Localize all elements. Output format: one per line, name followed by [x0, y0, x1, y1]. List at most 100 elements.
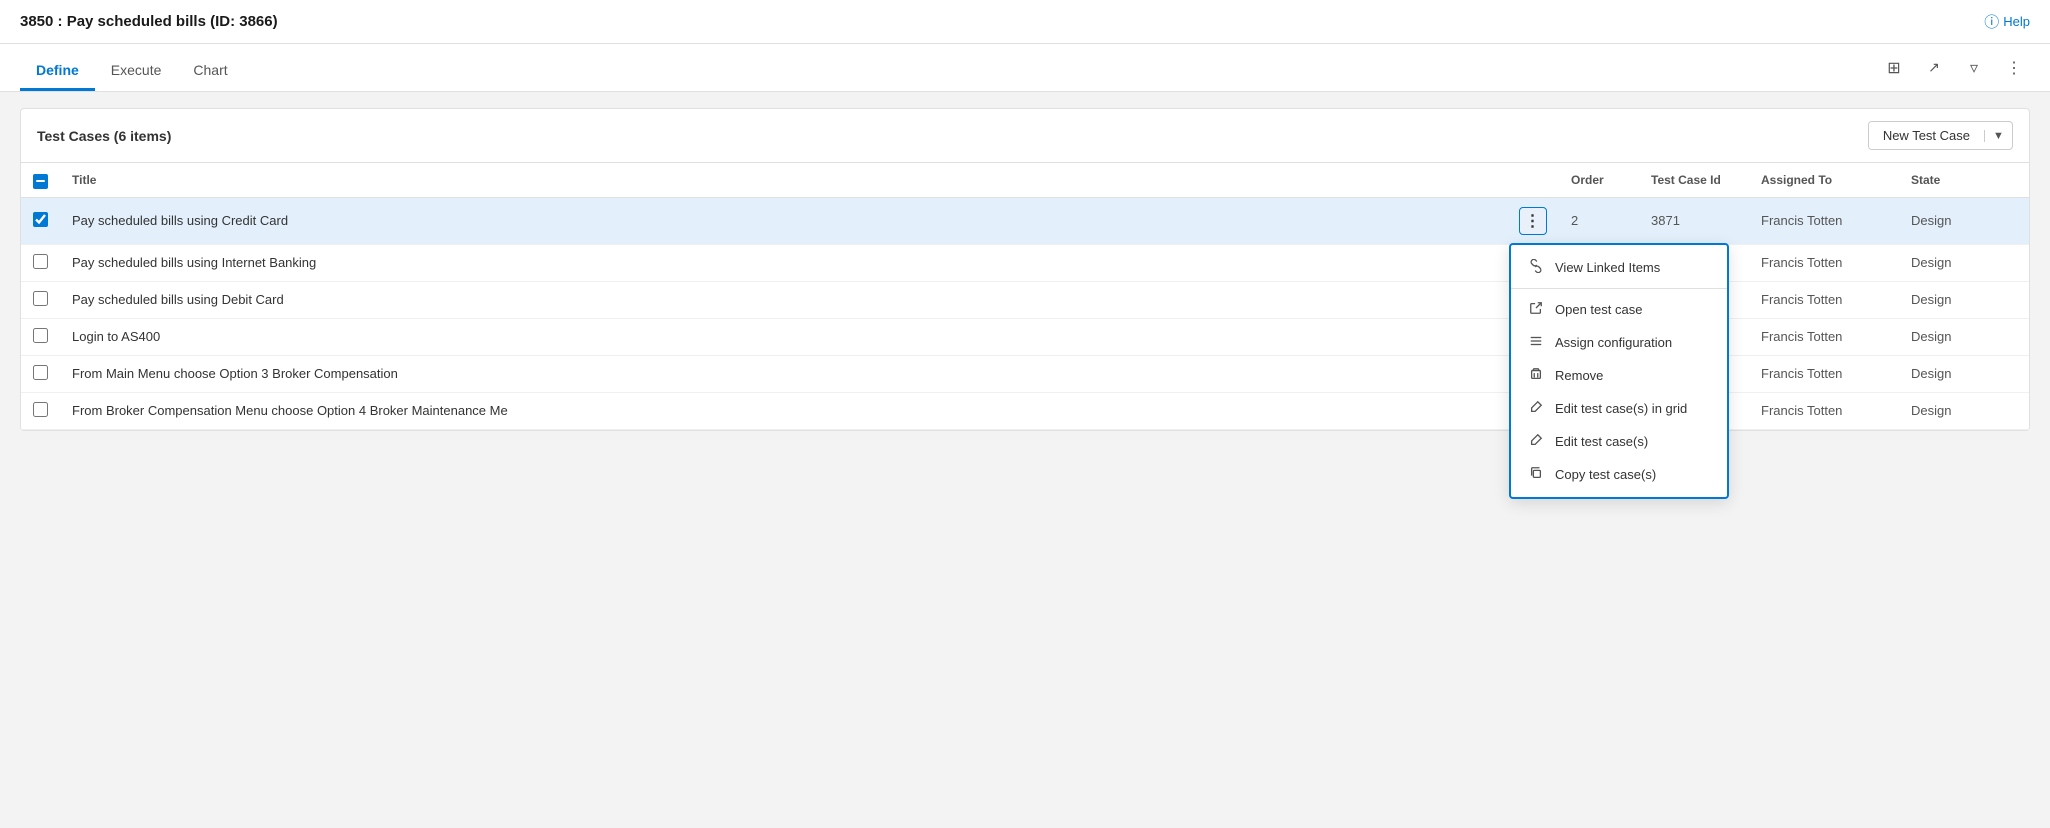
tab-define[interactable]: Define: [20, 44, 95, 91]
menu-divider: [1511, 288, 1727, 289]
menu-item-copy[interactable]: Copy test case(s): [1511, 458, 1727, 491]
row-assigned-to: Francis Totten: [1749, 281, 1899, 318]
new-test-case-button[interactable]: New Test Case: [1869, 122, 1984, 149]
test-cases-panel: Test Cases (6 items) New Test Case ▼ Tit…: [20, 108, 2030, 431]
more-options-button[interactable]: ⋮: [1998, 52, 2030, 84]
new-test-case-button-group: New Test Case ▼: [1868, 121, 2013, 150]
menu-item-assign-config[interactable]: Assign configuration: [1511, 326, 1727, 359]
filter-button[interactable]: ▿: [1958, 52, 1990, 84]
row-state: Design: [1899, 281, 1999, 318]
row-title: Login to AS400: [60, 318, 1507, 355]
row-title: Pay scheduled bills using Internet Banki…: [60, 244, 1507, 281]
col-header-order: Order: [1559, 163, 1639, 197]
row-checkbox[interactable]: [33, 212, 48, 227]
grid-icon: ⊞: [1887, 58, 1900, 78]
menu-icon-copy: [1527, 466, 1545, 483]
row-title: From Main Menu choose Option 3 Broker Co…: [60, 355, 1507, 392]
menu-label-copy: Copy test case(s): [1555, 467, 1656, 482]
menu-icon-edit-grid: [1527, 400, 1545, 417]
row-title: From Broker Compensation Menu choose Opt…: [60, 392, 1507, 429]
row-title: Pay scheduled bills using Credit Card: [60, 197, 1507, 244]
page-title: 3850 : Pay scheduled bills (ID: 3866): [20, 13, 278, 30]
row-state: Design: [1899, 392, 1999, 429]
chevron-down-icon: ▼: [1993, 130, 2004, 142]
row-state: Design: [1899, 244, 1999, 281]
table-header-row: Title Order Test Case Id Assigned To Sta…: [21, 163, 2029, 197]
row-extra-actions: [1999, 318, 2029, 355]
tabs-container: Define Execute Chart: [20, 44, 244, 91]
panel-header: Test Cases (6 items) New Test Case ▼: [21, 109, 2029, 163]
context-menu-wrapper: ⋮View Linked ItemsOpen test caseAssign c…: [1519, 207, 1547, 235]
col-header-assigned-to: Assigned To: [1749, 163, 1899, 197]
menu-item-edit[interactable]: Edit test case(s): [1511, 425, 1727, 458]
new-test-case-dropdown-button[interactable]: ▼: [1984, 130, 2012, 142]
row-actions-cell: ⋮View Linked ItemsOpen test caseAssign c…: [1507, 197, 1559, 244]
row-order: 2: [1559, 197, 1639, 244]
row-extra-actions: [1999, 281, 2029, 318]
row-more-button[interactable]: ⋮: [1519, 207, 1547, 235]
menu-icon-assign-config: [1527, 334, 1545, 351]
menu-icon-edit: [1527, 433, 1545, 450]
col-header-test-case-id: Test Case Id: [1639, 163, 1749, 197]
row-assigned-to: Francis Totten: [1749, 355, 1899, 392]
row-assigned-to: Francis Totten: [1749, 392, 1899, 429]
row-checkbox[interactable]: [33, 291, 48, 306]
row-checkbox-cell: [21, 281, 60, 318]
help-circle-icon: ⓘ: [1984, 11, 1999, 32]
row-checkbox[interactable]: [33, 328, 48, 343]
panel-title: Test Cases (6 items): [37, 128, 171, 144]
row-extra-actions: [1999, 244, 2029, 281]
main-content: Test Cases (6 items) New Test Case ▼ Tit…: [0, 92, 2050, 447]
row-assigned-to: Francis Totten: [1749, 318, 1899, 355]
row-state: Design: [1899, 197, 1999, 244]
menu-label-open-test-case: Open test case: [1555, 302, 1642, 317]
expand-icon: ↗: [1928, 59, 1940, 76]
help-link[interactable]: ⓘ Help: [1984, 11, 2030, 32]
row-extra-actions: [1999, 355, 2029, 392]
row-checkbox-cell: [21, 197, 60, 244]
row-assigned-to: Francis Totten: [1749, 244, 1899, 281]
menu-item-open-test-case[interactable]: Open test case: [1511, 293, 1727, 326]
select-all-header[interactable]: [21, 163, 60, 197]
menu-label-edit-grid: Edit test case(s) in grid: [1555, 401, 1687, 416]
menu-icon-open-test-case: [1527, 301, 1545, 318]
row-checkbox[interactable]: [33, 402, 48, 417]
tab-execute[interactable]: Execute: [95, 44, 178, 91]
row-title: Pay scheduled bills using Debit Card: [60, 281, 1507, 318]
row-checkbox[interactable]: [33, 365, 48, 380]
row-assigned-to: Francis Totten: [1749, 197, 1899, 244]
grid-view-button[interactable]: ⊞: [1878, 52, 1910, 84]
row-state: Design: [1899, 318, 1999, 355]
table-row: Pay scheduled bills using Credit Card ⋮Vi…: [21, 197, 2029, 244]
menu-label-remove: Remove: [1555, 368, 1603, 383]
more-icon: ⋮: [2006, 58, 2022, 78]
row-checkbox-cell: [21, 318, 60, 355]
row-checkbox-cell: [21, 392, 60, 429]
col-header-state: State: [1899, 163, 1999, 197]
row-test-case-id: 3871: [1639, 197, 1749, 244]
context-menu: View Linked Items Open test case Assign co…: [1509, 243, 1729, 499]
toolbar-icons: ⊞ ↗ ▿ ⋮: [1878, 52, 2030, 84]
menu-label-assign-config: Assign configuration: [1555, 335, 1672, 350]
row-checkbox-cell: [21, 244, 60, 281]
menu-label-edit: Edit test case(s): [1555, 434, 1648, 449]
col-header-title: Title: [60, 163, 1507, 197]
row-extra-actions: [1999, 392, 2029, 429]
filter-icon: ▿: [1970, 58, 1978, 78]
row-extra-actions: [1999, 197, 2029, 244]
test-cases-table: Title Order Test Case Id Assigned To Sta…: [21, 163, 2029, 430]
expand-button[interactable]: ↗: [1918, 52, 1950, 84]
tab-chart[interactable]: Chart: [177, 44, 243, 91]
row-checkbox-cell: [21, 355, 60, 392]
indeterminate-checkbox[interactable]: [33, 174, 48, 189]
menu-item-edit-grid[interactable]: Edit test case(s) in grid: [1511, 392, 1727, 425]
tabs-bar: Define Execute Chart ⊞ ↗ ▿ ⋮: [0, 44, 2050, 92]
row-checkbox[interactable]: [33, 254, 48, 269]
menu-label-view-linked: View Linked Items: [1555, 260, 1660, 275]
top-bar: 3850 : Pay scheduled bills (ID: 3866) ⓘ …: [0, 0, 2050, 44]
menu-icon-view-linked: [1527, 259, 1545, 276]
row-state: Design: [1899, 355, 1999, 392]
menu-icon-remove: [1527, 367, 1545, 384]
menu-item-remove[interactable]: Remove: [1511, 359, 1727, 392]
menu-item-view-linked[interactable]: View Linked Items: [1511, 251, 1727, 284]
